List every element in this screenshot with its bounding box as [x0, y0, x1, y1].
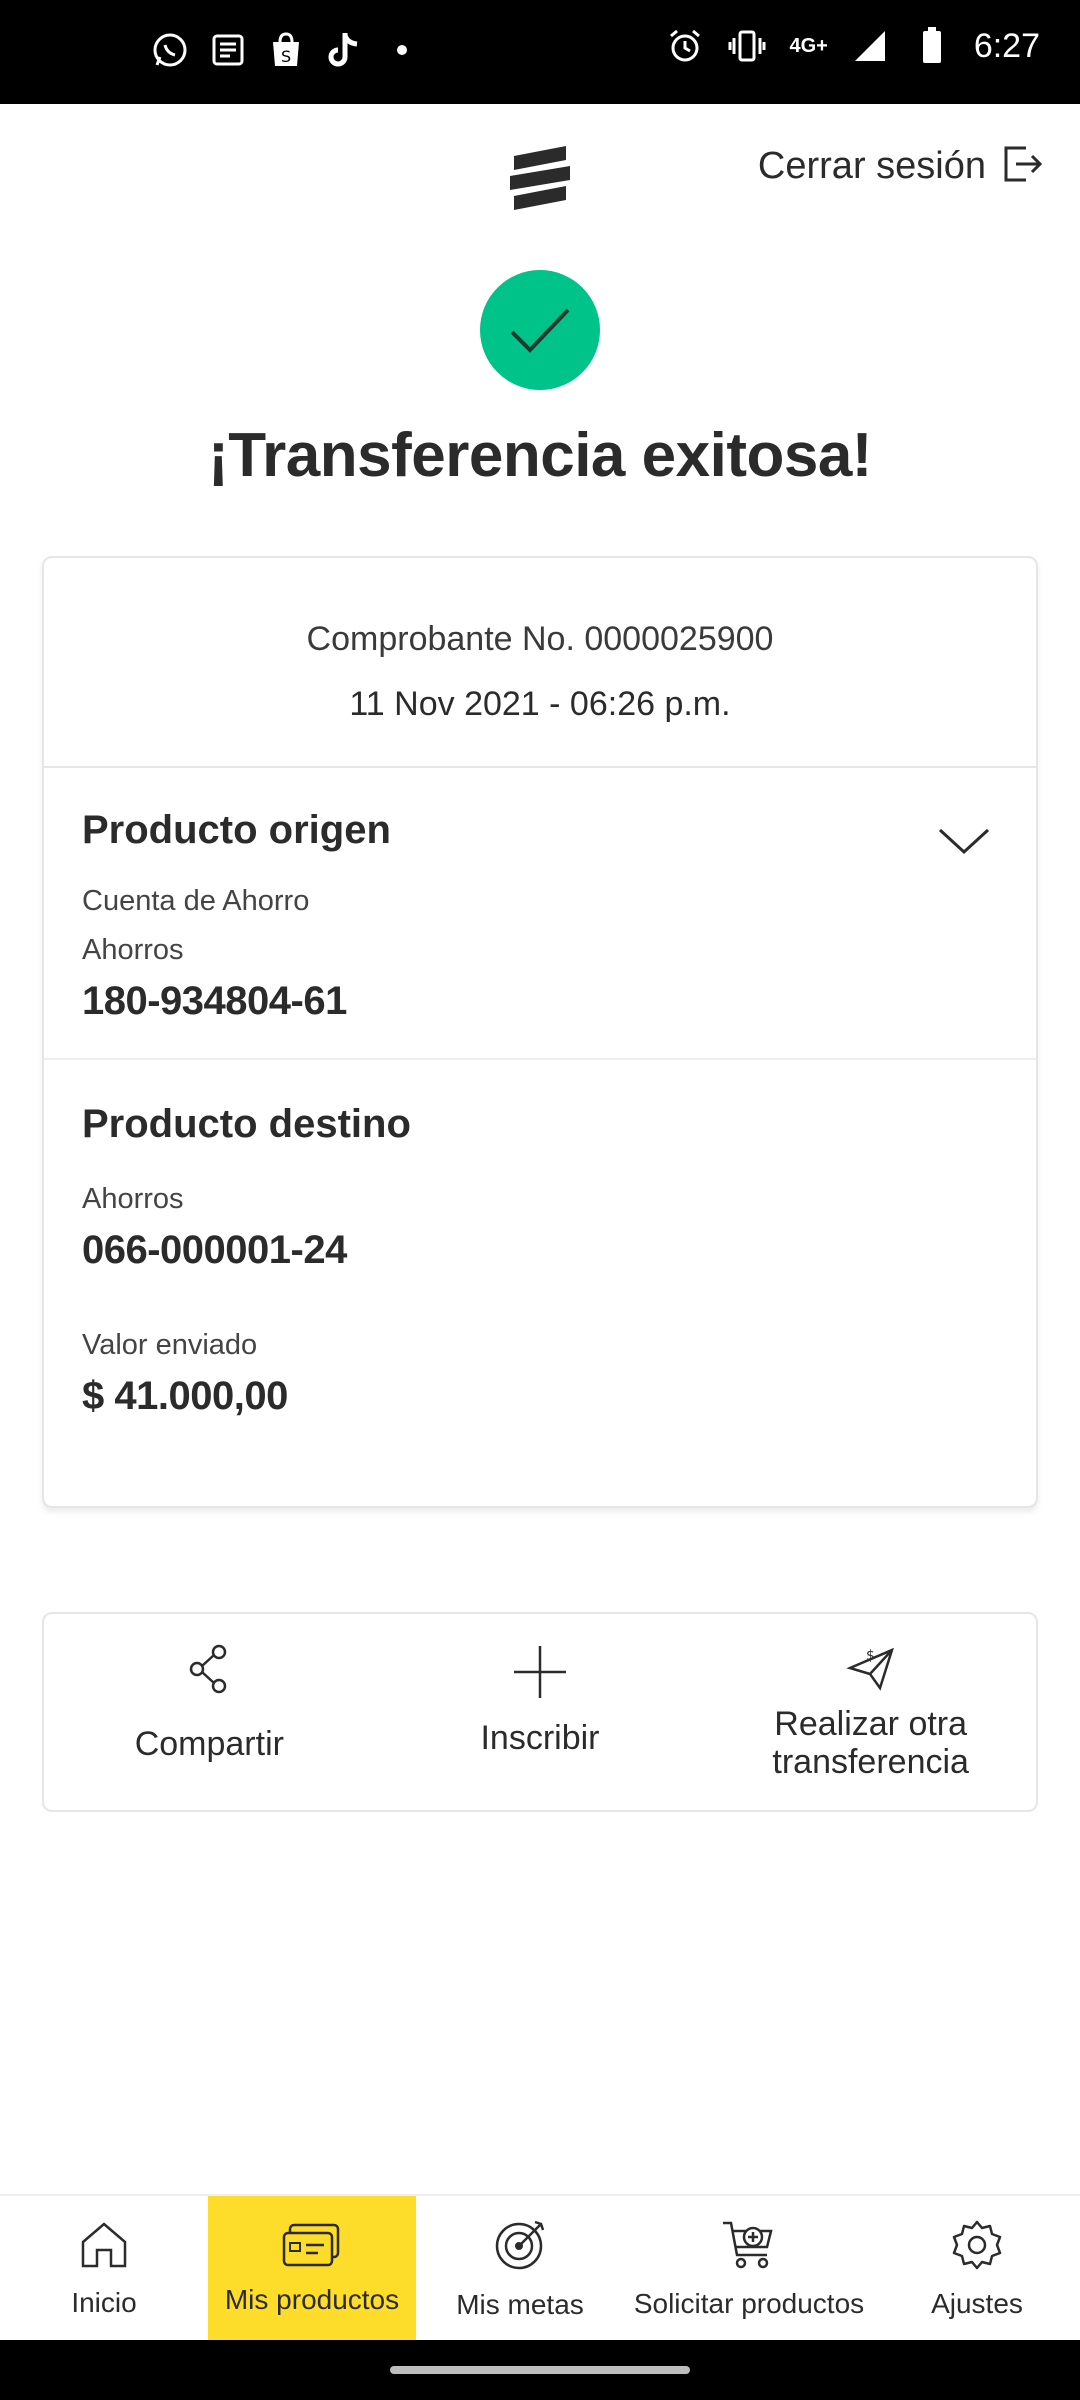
- nav-label-goals: Mis metas: [456, 2288, 584, 2320]
- actions-card: Compartir Inscribir $ Realizar otra tran…: [42, 1612, 1038, 1812]
- destination-product-section: Producto destino Ahorros 066-000001-24 V…: [44, 1060, 1036, 1419]
- home-gesture-handle[interactable]: [390, 2366, 690, 2374]
- nav-label-products: Mis productos: [224, 2283, 400, 2315]
- success-check-icon: [480, 270, 600, 390]
- news-icon: [208, 30, 248, 70]
- cart-plus-icon: [721, 2219, 777, 2276]
- destination-title: Producto destino: [82, 1102, 411, 1146]
- battery-icon: [912, 26, 952, 66]
- paper-plane-money-icon: $: [846, 1644, 896, 1697]
- destination-account-number: 066-000001-24: [82, 1228, 347, 1272]
- network-type: 4G+: [789, 34, 828, 57]
- receipt-number: Comprobante No. 0000025900: [306, 620, 774, 658]
- another-transfer-label: Realizar otra transferencia: [772, 1705, 969, 1781]
- amount-label: Valor enviado: [82, 1329, 258, 1361]
- logout-button[interactable]: Cerrar sesión: [758, 144, 1044, 189]
- nav-item-goals[interactable]: Mis metas: [416, 2196, 624, 2342]
- receipt-header: Comprobante No. 0000025900 11 Nov 2021 -…: [44, 558, 1036, 768]
- enroll-button[interactable]: Inscribir: [375, 1614, 706, 1810]
- amount-value: $ 41.000,00: [82, 1374, 288, 1418]
- nav-label-home: Inicio: [71, 2286, 137, 2318]
- alarm-icon: [665, 26, 705, 66]
- nav-label-settings: Ajustes: [931, 2287, 1023, 2319]
- origin-product-section[interactable]: Producto origen Cuenta de Ahorro Ahorros…: [44, 768, 1036, 1060]
- home-icon: [79, 2220, 129, 2275]
- gear-icon: [951, 2219, 1003, 2276]
- logout-icon: [1002, 144, 1044, 189]
- nav-label-request: Solicitar productos: [633, 2287, 865, 2319]
- bottom-navigation: Inicio Mis productos Mis metas Solicitar…: [0, 2194, 1080, 2342]
- status-bar: S 4G+ 6:27: [0, 0, 1080, 104]
- vibrate-icon: [727, 26, 767, 66]
- app-header: Cerrar sesión: [0, 104, 1080, 234]
- share-icon: [187, 1644, 231, 1699]
- shopping-bag-icon: S: [266, 30, 306, 70]
- origin-title: Producto origen: [82, 808, 391, 852]
- target-icon: [493, 2218, 547, 2277]
- clock: 6:27: [973, 26, 1040, 65]
- destination-account-type: Ahorros: [82, 1183, 184, 1215]
- svg-text:$: $: [866, 1648, 875, 1664]
- nav-item-home[interactable]: Inicio: [0, 2196, 208, 2342]
- share-label: Compartir: [134, 1725, 284, 1763]
- tiktok-icon: [324, 30, 364, 70]
- plus-icon: [512, 1644, 568, 1705]
- another-transfer-button[interactable]: $ Realizar otra transferencia: [705, 1614, 1036, 1810]
- enroll-label: Inscribir: [480, 1719, 600, 1757]
- receipt-datetime: 11 Nov 2021 - 06:26 p.m.: [349, 685, 731, 723]
- origin-account-type: Ahorros: [82, 934, 184, 966]
- brand-logo-icon: [506, 142, 574, 212]
- nav-item-request[interactable]: Solicitar productos: [624, 2196, 874, 2342]
- logout-label: Cerrar sesión: [757, 145, 986, 187]
- receipt-card: Comprobante No. 0000025900 11 Nov 2021 -…: [42, 556, 1038, 1508]
- origin-product-name: Cuenta de Ahorro: [82, 885, 310, 917]
- signal-icon: [850, 26, 890, 66]
- dot-icon: [382, 30, 422, 70]
- system-gesture-bar: [0, 2340, 1080, 2400]
- share-button[interactable]: Compartir: [44, 1614, 375, 1810]
- nav-item-settings[interactable]: Ajustes: [874, 2196, 1080, 2342]
- cards-icon: [282, 2223, 342, 2272]
- origin-account-number: 180-934804-61: [82, 979, 347, 1023]
- page-title: ¡Transferencia exitosa!: [208, 421, 872, 490]
- nav-item-products[interactable]: Mis productos: [208, 2196, 416, 2342]
- chevron-down-icon[interactable]: [936, 824, 992, 858]
- svg-text:S: S: [281, 47, 291, 66]
- whatsapp-icon: [150, 30, 190, 70]
